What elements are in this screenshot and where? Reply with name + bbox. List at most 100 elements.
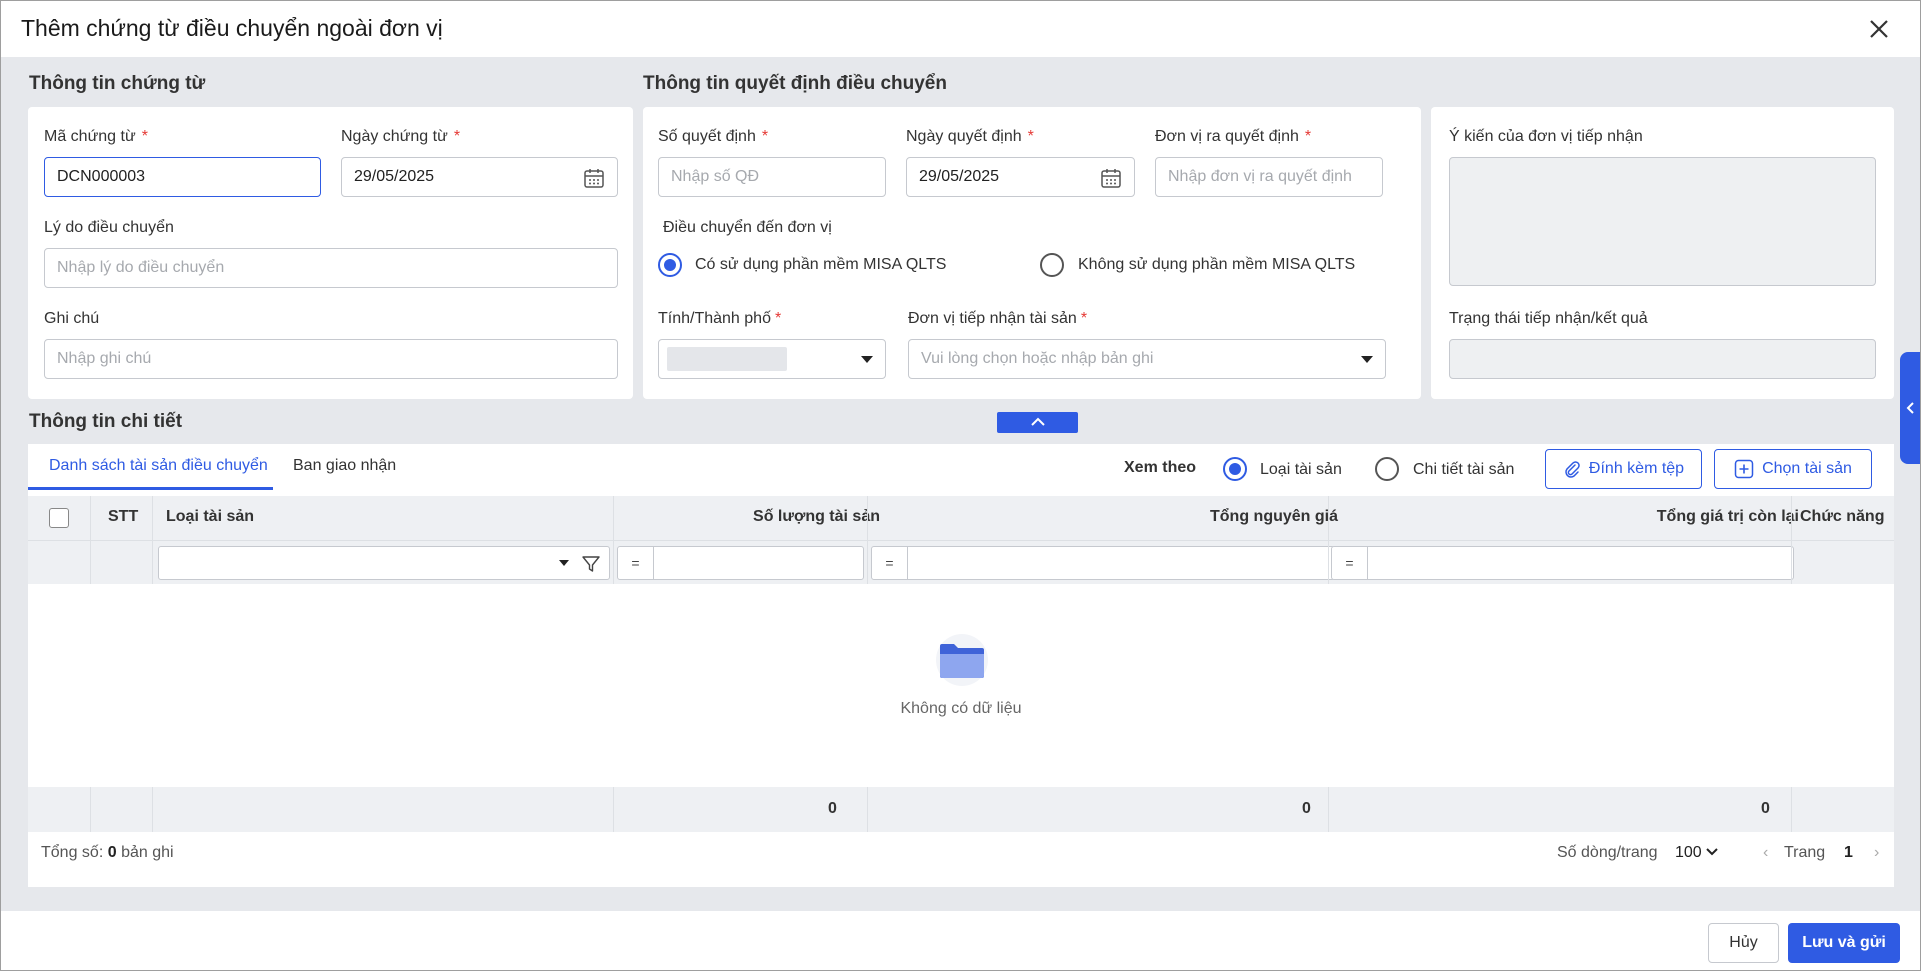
dialog-footer: Hủy Lưu và gửi <box>1 911 1920 970</box>
select-asset-button[interactable]: Chọn tài sản <box>1714 449 1872 489</box>
view-by-label: Xem theo <box>1124 459 1197 476</box>
voucher-code-input[interactable]: DCN000003 <box>44 157 321 197</box>
prev-page-icon[interactable]: ‹ <box>1763 844 1768 862</box>
voucher-code-label: Mã chứng từ * <box>44 128 148 145</box>
total-remaining-value: 0 <box>1761 800 1770 817</box>
column-divider <box>152 496 153 584</box>
decision-issuer-input[interactable]: Nhập đơn vị ra quyết định <box>1155 157 1383 197</box>
radio-view-asset-detail[interactable] <box>1375 457 1399 481</box>
decision-issuer-label: Đơn vị ra quyết định * <box>1155 128 1312 145</box>
voucher-date-input[interactable]: 29/05/2025 <box>341 157 618 197</box>
decision-section-title: Thông tin quyết định điều chuyển <box>643 73 947 94</box>
radio-view-asset-type[interactable] <box>1223 457 1247 481</box>
caret-down-icon[interactable] <box>559 560 569 566</box>
remaining-value-filter-operator[interactable]: = <box>1332 547 1368 579</box>
note-input[interactable]: Nhập ghi chú <box>44 339 618 379</box>
opinion-label: Ý kiến của đơn vị tiếp nhận <box>1449 128 1643 145</box>
receiver-label: Đơn vị tiếp nhận tài sản * <box>908 310 1088 327</box>
quantity-filter-input[interactable]: = <box>617 546 864 580</box>
reason-label: Lý do điều chuyển <box>44 219 174 236</box>
rows-per-page-select[interactable]: 100 <box>1675 844 1718 862</box>
dialog-title: Thêm chứng từ điều chuyển ngoài đơn vị <box>21 15 443 41</box>
decision-date-value: 29/05/2025 <box>919 168 1000 185</box>
select-all-checkbox[interactable] <box>49 508 69 528</box>
radio-no-misa[interactable] <box>1040 253 1064 277</box>
plus-square-icon <box>1734 459 1754 479</box>
original-price-filter-operator[interactable]: = <box>872 547 908 579</box>
status-label: Trạng thái tiếp nhận/kết quả <box>1449 310 1648 327</box>
voucher-section-title: Thông tin chứng từ <box>29 73 206 94</box>
column-divider <box>613 787 614 832</box>
radio-view-asset-detail-label[interactable]: Chi tiết tài sản <box>1413 461 1514 479</box>
select-asset-label: Chọn tài sản <box>1762 460 1852 477</box>
current-page: 1 <box>1844 844 1853 861</box>
column-divider <box>613 496 614 584</box>
transfer-to-label: Điều chuyển đến đơn vị <box>663 219 832 236</box>
attach-file-button[interactable]: Đính kèm tệp <box>1545 449 1702 489</box>
quantity-filter-operator[interactable]: = <box>618 547 654 579</box>
table-totals-row: 0 0 0 <box>28 787 1894 832</box>
dialog-header: Thêm chứng từ điều chuyển ngoài đơn vị <box>1 1 1920 57</box>
side-panel-toggle[interactable] <box>1900 352 1920 464</box>
col-asset-type[interactable]: Loại tài sản <box>166 508 254 526</box>
empty-state-text: Không có dữ liệu <box>900 700 1022 717</box>
column-divider <box>1791 496 1792 584</box>
detail-panel: Danh sách tài sản điều chuyển Ban giao n… <box>28 444 1894 887</box>
asset-type-filter-input[interactable] <box>158 546 610 580</box>
decision-date-input[interactable]: 29/05/2025 <box>906 157 1135 197</box>
decision-panel: Số quyết định * Nhập số QĐ Ngày quyết địn… <box>643 107 1421 399</box>
column-divider <box>90 787 91 832</box>
radio-view-asset-type-label[interactable]: Loại tài sản <box>1260 461 1342 479</box>
column-divider <box>152 787 153 832</box>
detail-section-title: Thông tin chi tiết <box>29 411 183 432</box>
radio-no-misa-label[interactable]: Không sử dụng phần mềm MISA QLTS <box>1078 256 1355 274</box>
cancel-button[interactable]: Hủy <box>1708 923 1779 963</box>
transfer-voucher-dialog: Thêm chứng từ điều chuyển ngoài đơn vị T… <box>0 0 1921 971</box>
receiver-placeholder: Vui lòng chọn hoặc nhập bản ghi <box>921 350 1154 367</box>
province-value-redacted <box>667 347 787 371</box>
close-icon[interactable] <box>1863 13 1895 45</box>
calendar-icon[interactable] <box>1100 167 1122 189</box>
province-label: Tính/Thành phố * <box>658 310 782 327</box>
caret-down-icon <box>1361 356 1373 363</box>
radio-uses-misa-label[interactable]: Có sử dụng phần mềm MISA QLTS <box>695 256 946 274</box>
voucher-date-label: Ngày chứng từ * <box>341 128 461 145</box>
column-divider <box>867 787 868 832</box>
decision-date-label: Ngày quyết định * <box>906 128 1034 145</box>
attach-file-label: Đính kèm tệp <box>1588 460 1685 477</box>
col-actions: Chức năng <box>1800 508 1885 525</box>
empty-folder-icon <box>936 634 988 686</box>
collapse-button[interactable] <box>997 412 1078 433</box>
col-original-price[interactable]: Tổng nguyên giá <box>868 508 1338 526</box>
next-page-icon[interactable]: › <box>1874 844 1879 862</box>
total-original-price: 0 <box>1302 800 1311 817</box>
decision-number-label: Số quyết định * <box>658 128 769 145</box>
decision-number-input[interactable]: Nhập số QĐ <box>658 157 886 197</box>
tab-transfer-assets[interactable]: Danh sách tài sản điều chuyển <box>49 457 268 475</box>
save-and-send-button[interactable]: Lưu và gửi <box>1788 923 1900 963</box>
remaining-value-filter-input[interactable]: = <box>1331 546 1794 580</box>
calendar-icon[interactable] <box>583 167 605 189</box>
column-divider <box>90 496 91 584</box>
feedback-panel: Ý kiến của đơn vị tiếp nhận Trạng thái t… <box>1431 107 1894 399</box>
radio-uses-misa[interactable] <box>658 253 682 277</box>
chevron-left-icon <box>1906 402 1914 414</box>
chevron-up-icon <box>1031 417 1045 426</box>
original-price-filter-input[interactable]: = <box>871 546 1335 580</box>
receiver-select[interactable]: Vui lòng chọn hoặc nhập bản ghi <box>908 339 1386 379</box>
column-divider <box>867 496 868 584</box>
col-quantity[interactable]: Số lượng tài sản <box>612 508 880 526</box>
total-records: Tổng số: 0 bản ghi <box>41 844 174 861</box>
chevron-down-icon <box>1706 848 1718 856</box>
table-header: STT Loại tài sản Số lượng tài sản Tổng n… <box>28 496 1894 540</box>
voucher-panel: Mã chứng từ * DCN000003 Ngày chứng từ * 29… <box>28 107 633 399</box>
reason-input[interactable]: Nhập lý do điều chuyển <box>44 248 618 288</box>
filter-icon[interactable] <box>581 554 601 574</box>
tab-handover-board[interactable]: Ban giao nhận <box>293 457 396 475</box>
col-stt: STT <box>108 508 139 525</box>
active-tab-indicator <box>28 487 273 490</box>
opinion-textarea <box>1449 157 1876 286</box>
caret-down-icon <box>861 356 873 363</box>
col-remaining-value[interactable]: Tổng giá trị còn lại <box>1328 508 1799 526</box>
province-select[interactable] <box>658 339 886 379</box>
